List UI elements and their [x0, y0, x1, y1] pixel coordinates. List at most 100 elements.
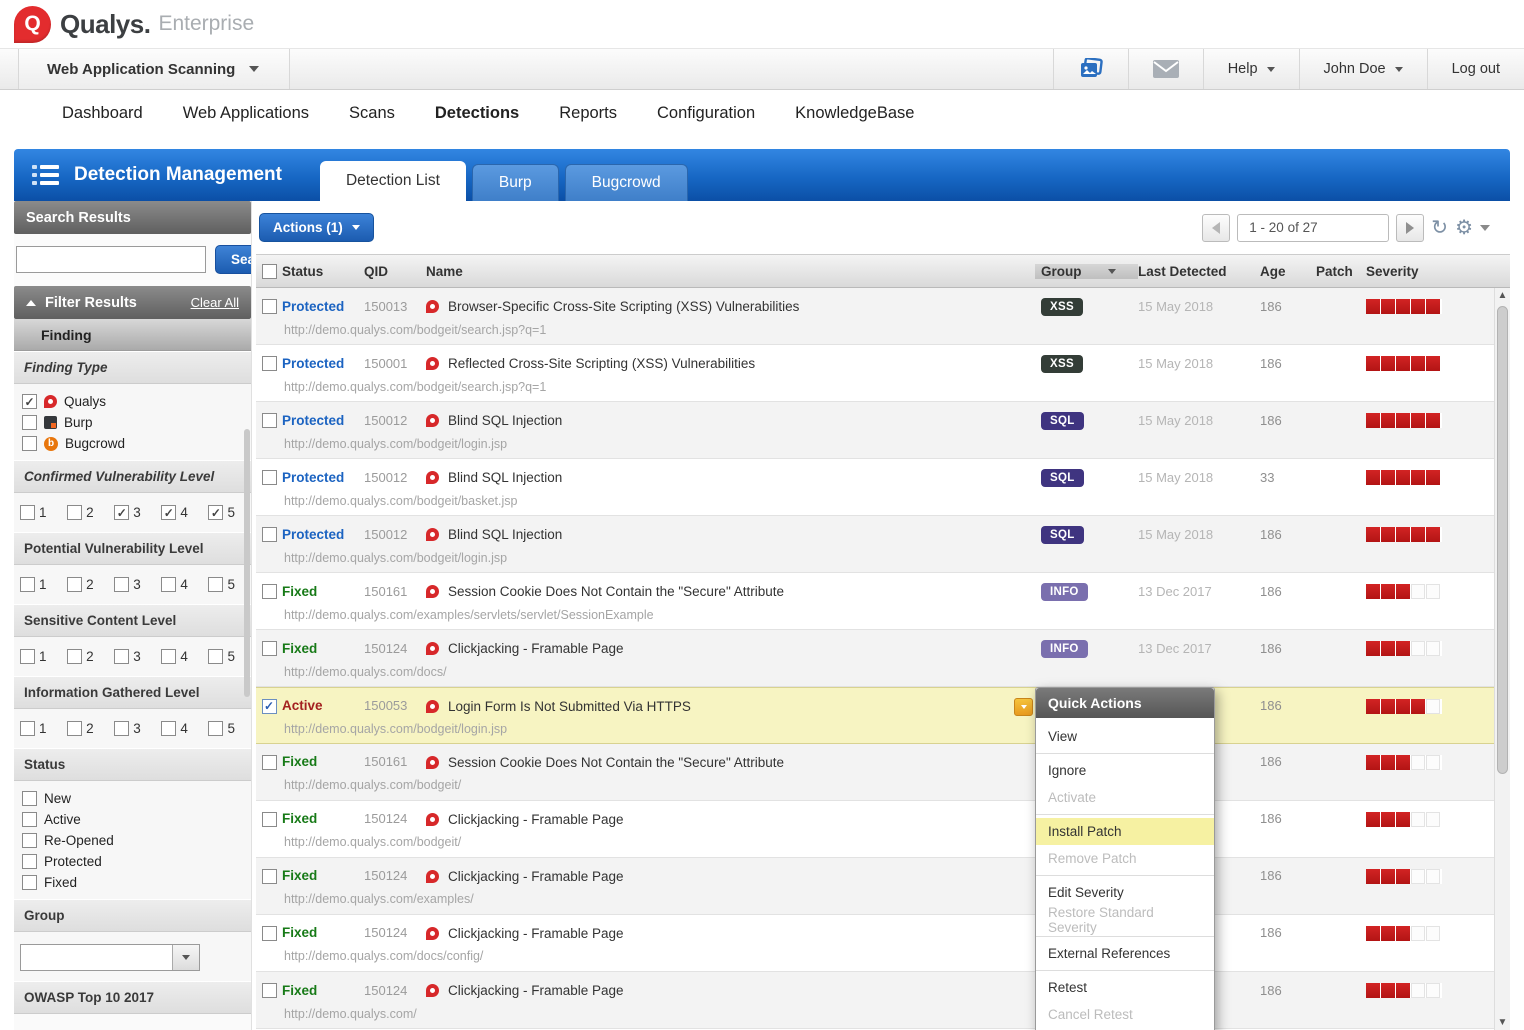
- row-checkbox[interactable]: [262, 584, 277, 599]
- column-header-age[interactable]: Age: [1260, 264, 1316, 279]
- table-row[interactable]: Fixed150124Clickjacking - Framable PageI…: [256, 630, 1510, 687]
- chevron-down-icon[interactable]: [1480, 225, 1490, 231]
- checkbox-fixed[interactable]: [22, 875, 37, 890]
- checkbox-level-5[interactable]: [208, 577, 223, 592]
- row-actions-dropdown[interactable]: [1014, 698, 1033, 716]
- table-row[interactable]: Fixed150161Session Cookie Does Not Conta…: [256, 573, 1510, 630]
- nav-item-dashboard[interactable]: Dashboard: [62, 104, 143, 123]
- checkbox-level-1[interactable]: [20, 649, 35, 664]
- checkbox-new[interactable]: [22, 791, 37, 806]
- row-checkbox[interactable]: [262, 869, 277, 884]
- column-header-name[interactable]: Name: [426, 264, 1041, 279]
- checkbox-level-1[interactable]: [20, 721, 35, 736]
- select-all-checkbox[interactable]: [262, 264, 277, 279]
- column-header-severity[interactable]: Severity: [1366, 264, 1494, 279]
- row-checkbox[interactable]: [262, 641, 277, 656]
- checkbox-level-4[interactable]: [161, 649, 176, 664]
- scrollbar-thumb[interactable]: [1497, 306, 1508, 774]
- checkbox-level-2[interactable]: [67, 577, 82, 592]
- table-row[interactable]: Protected150012Blind SQL InjectionSQL15 …: [256, 402, 1510, 459]
- checkbox-level-5[interactable]: [208, 721, 223, 736]
- menu-item-retest[interactable]: Retest: [1036, 974, 1214, 1001]
- row-checkbox[interactable]: [262, 983, 277, 998]
- checkbox-level-5[interactable]: [208, 649, 223, 664]
- column-header-qid[interactable]: QID: [364, 264, 426, 279]
- table-row[interactable]: Fixed150124Clickjacking - Framable Page1…: [256, 858, 1510, 915]
- table-row[interactable]: Fixed150124Clickjacking - Framable Page1…: [256, 801, 1510, 858]
- column-header-last-detected[interactable]: Last Detected: [1138, 264, 1260, 279]
- nav-item-configuration[interactable]: Configuration: [657, 104, 755, 123]
- row-checkbox[interactable]: [262, 926, 277, 941]
- checkbox-level-2[interactable]: [67, 649, 82, 664]
- checkbox-level-2[interactable]: [67, 721, 82, 736]
- pagination-range-input[interactable]: [1237, 214, 1389, 242]
- nav-item-scans[interactable]: Scans: [349, 104, 395, 123]
- screenshots-button[interactable]: [1053, 49, 1128, 89]
- nav-item-web-applications[interactable]: Web Applications: [183, 104, 309, 123]
- menu-item-install-patch[interactable]: Install Patch: [1036, 818, 1214, 845]
- column-header-group[interactable]: Group: [1035, 264, 1138, 279]
- checkbox-level-4[interactable]: [161, 577, 176, 592]
- search-input[interactable]: [16, 246, 206, 273]
- table-row[interactable]: Protected150012Blind SQL InjectionSQL15 …: [256, 516, 1510, 573]
- group-dropdown[interactable]: [20, 944, 200, 971]
- row-checkbox[interactable]: [262, 299, 277, 314]
- row-checkbox[interactable]: [262, 356, 277, 371]
- checkbox-level-4[interactable]: [161, 505, 176, 520]
- table-row[interactable]: Active150053Login Form Is Not Submitted …: [256, 687, 1510, 744]
- next-page-button[interactable]: [1396, 214, 1424, 242]
- refresh-icon[interactable]: ↻: [1431, 218, 1448, 238]
- vertical-scrollbar[interactable]: ▲ ▼: [1494, 288, 1510, 1030]
- menu-item-ignore[interactable]: Ignore: [1036, 757, 1214, 784]
- menu-item-edit-severity[interactable]: Edit Severity: [1036, 879, 1214, 906]
- table-row[interactable]: Fixed150124Clickjacking - Framable PageI…: [256, 972, 1510, 1029]
- checkbox-qualys[interactable]: [22, 394, 37, 409]
- nav-item-reports[interactable]: Reports: [559, 104, 617, 123]
- row-checkbox[interactable]: [262, 812, 277, 827]
- gear-icon[interactable]: ⚙: [1455, 218, 1473, 238]
- checkbox-level-5[interactable]: [208, 505, 223, 520]
- checkbox-level-3[interactable]: [114, 649, 129, 664]
- checkbox-bugcrowd[interactable]: [22, 436, 37, 451]
- row-checkbox[interactable]: [262, 699, 277, 714]
- clear-all-link[interactable]: Clear All: [191, 295, 239, 310]
- checkbox-re-opened[interactable]: [22, 833, 37, 848]
- table-row[interactable]: Fixed150124Clickjacking - Framable Page1…: [256, 915, 1510, 972]
- column-header-status[interactable]: Status: [282, 264, 364, 279]
- user-menu[interactable]: John Doe: [1299, 49, 1427, 89]
- help-menu[interactable]: Help: [1203, 49, 1299, 89]
- actions-button[interactable]: Actions (1): [259, 213, 374, 242]
- checkbox-level-4[interactable]: [161, 721, 176, 736]
- checkbox-level-3[interactable]: [114, 577, 129, 592]
- tab-detection-list[interactable]: Detection List: [320, 161, 466, 201]
- scroll-up-icon[interactable]: ▲: [1495, 288, 1510, 304]
- row-checkbox[interactable]: [262, 755, 277, 770]
- column-header-patch[interactable]: Patch: [1316, 264, 1366, 279]
- checkbox-level-2[interactable]: [67, 505, 82, 520]
- checkbox-burp[interactable]: [22, 415, 37, 430]
- nav-item-detections[interactable]: Detections: [435, 104, 519, 123]
- messages-button[interactable]: [1128, 49, 1203, 89]
- module-selector[interactable]: Web Application Scanning: [18, 49, 290, 89]
- table-row[interactable]: Protected150012Blind SQL InjectionSQL15 …: [256, 459, 1510, 516]
- checkbox-level-3[interactable]: [114, 721, 129, 736]
- row-checkbox[interactable]: [262, 527, 277, 542]
- previous-page-button[interactable]: [1202, 214, 1230, 242]
- checkbox-level-3[interactable]: [114, 505, 129, 520]
- scroll-down-icon[interactable]: ▼: [1495, 1015, 1510, 1030]
- table-row[interactable]: Protected150001Reflected Cross-Site Scri…: [256, 345, 1510, 402]
- dropdown-button[interactable]: [172, 945, 199, 970]
- checkbox-level-1[interactable]: [20, 577, 35, 592]
- checkbox-level-1[interactable]: [20, 505, 35, 520]
- menu-item-external-references[interactable]: External References: [1036, 940, 1214, 967]
- checkbox-protected[interactable]: [22, 854, 37, 869]
- menu-item-view[interactable]: View: [1036, 723, 1214, 750]
- logout-button[interactable]: Log out: [1427, 49, 1524, 89]
- tab-bugcrowd[interactable]: Bugcrowd: [565, 164, 688, 201]
- sidebar-scrollbar-thumb[interactable]: [244, 429, 250, 697]
- checkbox-active[interactable]: [22, 812, 37, 827]
- row-checkbox[interactable]: [262, 413, 277, 428]
- collapse-triangle-icon[interactable]: [26, 300, 36, 306]
- search-button[interactable]: Search: [215, 245, 252, 274]
- nav-item-knowledgebase[interactable]: KnowledgeBase: [795, 104, 914, 123]
